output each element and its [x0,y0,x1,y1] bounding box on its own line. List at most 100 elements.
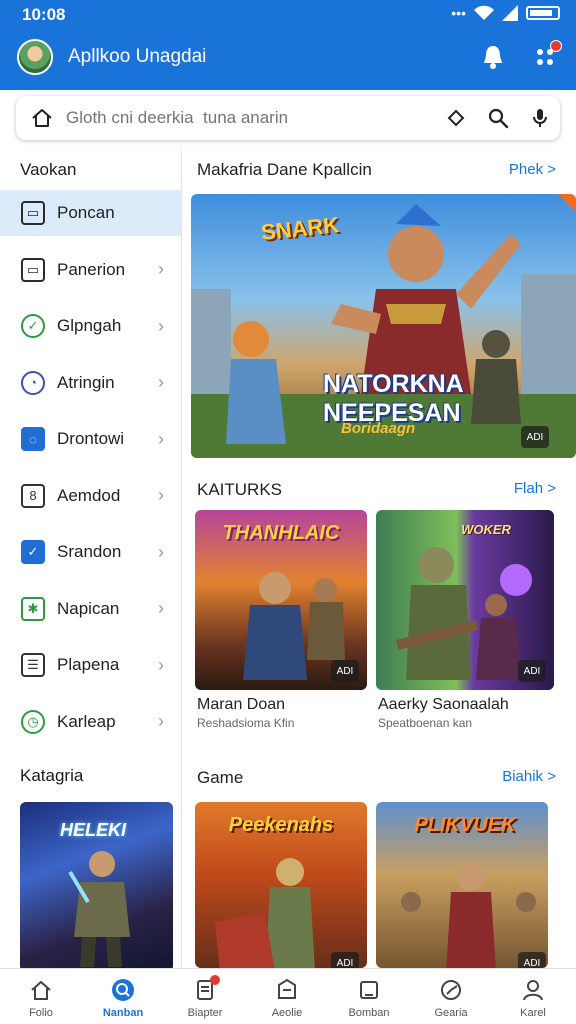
game-card[interactable]: THANHLAIC ADI Maran Doan Reshadsioma Kfi… [195,510,367,740]
sidebar-item-label: Panerion [57,259,126,279]
nav-item[interactable]: Karel [492,969,574,1024]
sidebar-title: Vaokan [20,160,77,179]
play-badge: ADI [331,952,359,968]
game-card-title: Aaerky Saonaalah [378,696,509,713]
search-input[interactable] [66,106,396,130]
gamepad-icon: ▭ [21,201,45,225]
play-badge: ADI [518,660,546,682]
note-icon [360,981,378,999]
avatar[interactable] [17,39,53,75]
game-card-title: Maran Doan [197,696,286,713]
bell-icon [484,46,502,69]
notification-badge [210,975,220,985]
nav-label: Folio [29,1007,53,1019]
chevron-right-icon: › [158,259,164,279]
game-see-all-link[interactable]: Biahik > [502,768,556,785]
app-bar: Apllkoo Unagdai [0,36,576,84]
nav-label: Gearia [434,1007,468,1019]
sidebar-item[interactable]: ◷ Karleap › [0,699,182,745]
clock-icon: ◷ [21,709,45,734]
game-card-subtitle: Speatboenan kan [378,716,473,730]
sidebar-item-label: Plapena [57,655,120,674]
nav-item[interactable]: Folio [0,969,82,1024]
nav-label: Aeolie [271,1007,303,1019]
nav-item[interactable]: Aeolie [246,969,328,1024]
game-card-image: PLIKVUEK [376,802,548,968]
play-badge: ADI [518,952,546,968]
bottom-nav: Folio Nanban Biapter Aeolie Bomban Gearia Kare… [0,968,576,1024]
sidebar-item[interactable]: ✓ Srandon › [0,529,182,575]
chevron-right-icon: › [158,598,164,618]
home-icon [31,980,51,1000]
battery-icon [526,6,560,20]
apps-button[interactable] [530,40,562,72]
second-see-all-link[interactable]: Flah > [514,480,556,497]
microphone-icon[interactable] [528,106,552,130]
number-icon: 8 [21,483,45,508]
home-icon[interactable] [30,106,54,130]
chevron-right-icon: › [158,541,164,562]
chevron-right-icon: › [158,711,164,731]
chat-icon: ◌ [21,427,45,451]
sidebar-item-label: Glpngah [57,316,122,335]
user-icon [523,980,543,1001]
status-bar: 10:08 ••• [0,0,576,30]
status-time: 10:08 [22,5,66,24]
wifi-icon [474,5,494,20]
sidebar-item-label: Karleap [57,711,116,731]
check-icon: ✓ [21,540,45,564]
search-icon[interactable] [486,106,510,130]
sidebar-item-label: Napican [57,598,120,618]
puzzle-icon: ✱ [21,596,45,621]
category-card-label: HELEKI [60,820,127,840]
controller-icon: ▭ [21,257,45,282]
game-section-title: Game [197,768,244,787]
category-card[interactable]: HELEKI [20,802,173,972]
sidebar-item[interactable]: ☰ Plapena › [0,642,182,688]
sidebar-item[interactable]: ▭ Panerion › [0,247,182,293]
featured-banner[interactable]: SNARK NATORKNA NEEPESAN Boridaagn ADI [191,194,576,458]
sidebar-item[interactable]: ◌ Drontowi › [0,416,182,462]
sidebar-item[interactable]: ◔ Atringin › [0,360,182,406]
game-card-subtitle: Reshadsioma Kfin [197,716,295,730]
game-card-art [401,863,536,968]
nav-label: Nanban [102,1007,144,1019]
signal-dots-icon: ••• [451,5,466,21]
game-card-art [215,858,315,968]
featured-section-title: Makafria Dane Kpallcin [197,160,372,179]
featured-see-all-link[interactable]: Phek > [509,161,556,178]
sidebar-item[interactable]: ✱ Napican › [0,586,182,632]
search-icon [112,979,134,1001]
notification-button[interactable] [478,42,508,72]
compass-icon: ◔ [21,370,45,395]
nav-label: Biapter [187,1007,223,1019]
nav-item[interactable]: Bomban [328,969,410,1024]
nav-label: Karel [520,1007,546,1019]
sidebar-item-label: Drontowi [57,429,125,448]
nav-item[interactable]: Gearia [410,969,492,1024]
category-title: Katagria [20,766,84,785]
sidebar-item[interactable]: ▭ Poncan [0,190,182,236]
game-card[interactable]: PLIKVUEK ADI [376,802,548,968]
chevron-right-icon: › [158,428,164,449]
game-card[interactable]: Peekenahs ADI [195,802,367,968]
leaf-icon: ✓ [21,314,45,338]
banner-logo-sub: Boridaagn [341,420,416,437]
chevron-right-icon: › [158,315,164,336]
list-icon: ☰ [21,653,45,677]
sidebar-item-label: Atringin [57,372,115,392]
app-title: Apllkoo Unagdai [68,46,207,67]
sidebar-item[interactable]: 8 Aemdod › [0,473,182,519]
play-badge: ADI [521,426,549,448]
chevron-right-icon: › [158,654,164,675]
sidebar-item[interactable]: ✓ Glpngah › [0,303,182,349]
sidebar: Vaokan ▭ Poncan ▭ Panerion › ✓ Glpngah › ◔ Atring… [0,150,182,972]
nav-item[interactable]: Nanban [82,969,164,1024]
game-card[interactable]: WOKER ADI Aaerky Saonaalah Speatboenan k… [376,510,554,740]
sidebar-item-label: Aemdod [57,485,121,505]
nav-item[interactable]: Biapter [164,969,246,1024]
second-section-title: KAITURKS [197,480,283,499]
chart-icon [441,980,461,1000]
diamond-icon[interactable] [444,106,468,130]
game-card-image: Peekenahs [195,802,367,968]
